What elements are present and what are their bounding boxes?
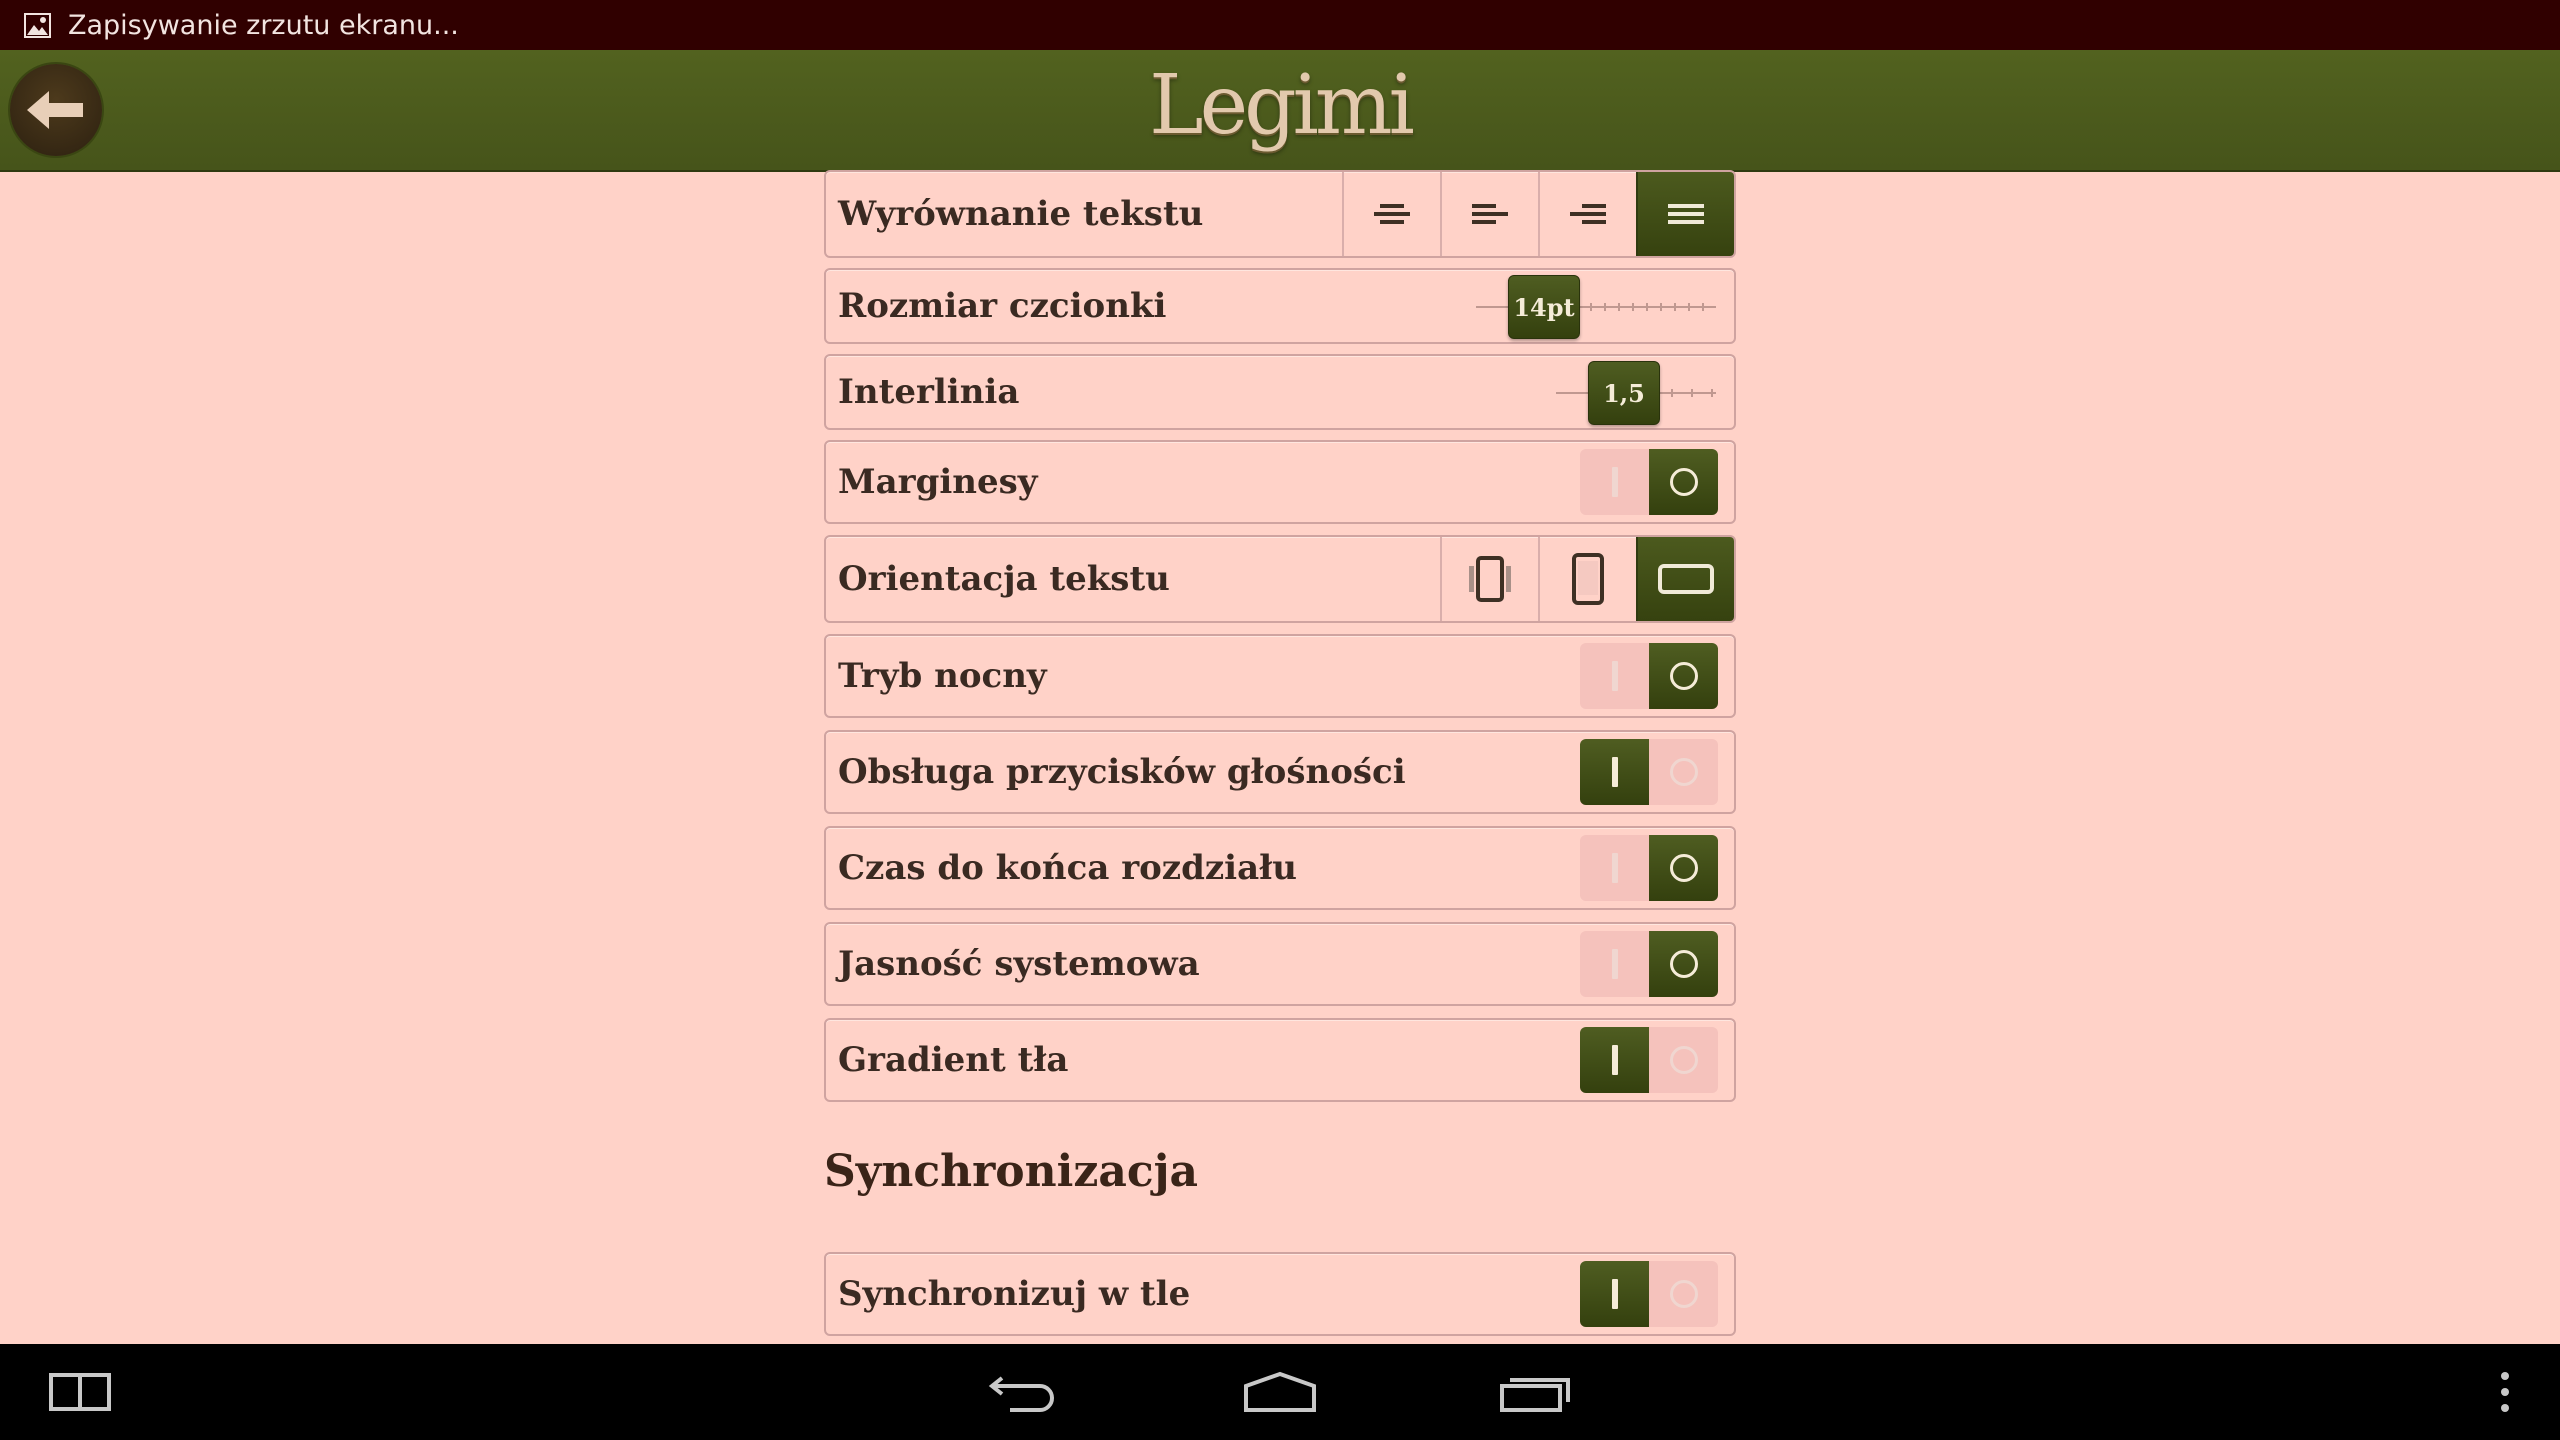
on-mark-icon: [1611, 1279, 1618, 1309]
off-mark-icon: [1669, 758, 1698, 786]
background-gradient-toggle[interactable]: [1580, 1027, 1718, 1093]
font-size-slider-thumb[interactable]: 14pt: [1508, 275, 1580, 339]
landscape-icon: [1658, 564, 1714, 594]
sync-section-title: Synchronizacja: [824, 1146, 1199, 1197]
on-mark-icon: [1611, 949, 1618, 979]
on-mark-icon: [1611, 853, 1618, 883]
status-bar: Zapisywanie zrzutu ekranu...: [0, 0, 2560, 50]
image-icon: [24, 12, 51, 38]
align-center-icon: [1374, 204, 1410, 224]
on-mark-icon: [1611, 661, 1618, 691]
off-mark-icon: [1669, 1046, 1698, 1074]
align-left-icon: [1472, 204, 1508, 224]
text-orientation-label: Orientacja tekstu: [838, 559, 1170, 599]
on-mark-icon: [1611, 757, 1618, 787]
align-right-button[interactable]: [1538, 172, 1636, 256]
volume-buttons-row: Obsługa przycisków głośności: [824, 730, 1736, 814]
system-brightness-toggle[interactable]: [1580, 931, 1718, 997]
align-justify-button[interactable]: [1636, 172, 1734, 256]
toggle-off-side: [1649, 1027, 1718, 1093]
app-header: Legimi: [0, 50, 2560, 172]
on-mark-icon: [1611, 467, 1618, 497]
off-mark-icon: [1669, 950, 1698, 978]
off-mark-icon: [1669, 468, 1698, 496]
off-mark-icon: [1669, 854, 1698, 882]
chapter-time-toggle[interactable]: [1580, 835, 1718, 901]
portrait-button[interactable]: [1538, 537, 1636, 621]
align-left-button[interactable]: [1440, 172, 1538, 256]
background-gradient-row: Gradient tła: [824, 1018, 1736, 1102]
toggle-on-side: [1580, 1027, 1649, 1093]
line-spacing-slider-thumb[interactable]: 1,5: [1588, 361, 1660, 425]
auto-rotate-button[interactable]: [1440, 537, 1538, 621]
align-center-button[interactable]: [1342, 172, 1440, 256]
align-right-icon: [1570, 204, 1606, 224]
overflow-menu-icon: [2501, 1372, 2509, 1412]
toggle-off-side: [1649, 931, 1718, 997]
toggle-on-side: [1580, 449, 1649, 515]
toggle-off-side: [1649, 1261, 1718, 1327]
home-icon: [1244, 1371, 1316, 1412]
text-orientation-row: Orientacja tekstu: [824, 535, 1736, 623]
background-sync-row: Synchronizuj w tle: [824, 1252, 1736, 1336]
system-nav-bar: [0, 1344, 2560, 1440]
text-orientation-options: [1440, 537, 1734, 621]
chapter-time-row: Czas do końca rozdziału: [824, 826, 1736, 910]
off-mark-icon: [1669, 662, 1698, 690]
split-screen-button[interactable]: [40, 1362, 120, 1422]
toggle-off-side: [1649, 643, 1718, 709]
margins-label: Marginesy: [838, 462, 1038, 502]
landscape-button[interactable]: [1636, 537, 1734, 621]
chapter-time-label: Czas do końca rozdziału: [838, 848, 1297, 888]
toggle-off-side: [1649, 449, 1718, 515]
margins-row: Marginesy: [824, 440, 1736, 524]
off-mark-icon: [1669, 1280, 1698, 1308]
volume-buttons-label: Obsługa przycisków głośności: [838, 752, 1406, 792]
toggle-off-side: [1649, 835, 1718, 901]
app-logo: Legimi: [1149, 58, 1415, 153]
night-mode-toggle[interactable]: [1580, 643, 1718, 709]
auto-rotate-icon: [1469, 556, 1511, 602]
text-alignment-row: Wyrównanie tekstu: [824, 170, 1736, 258]
line-spacing-row: Interlinia 1,5: [824, 354, 1736, 430]
text-alignment-label: Wyrównanie tekstu: [838, 194, 1204, 234]
toggle-on-side: [1580, 643, 1649, 709]
night-mode-label: Tryb nocny: [838, 656, 1047, 696]
nav-recent-apps-button[interactable]: [1490, 1362, 1580, 1422]
toggle-on-side: [1580, 1261, 1649, 1327]
volume-buttons-toggle[interactable]: [1580, 739, 1718, 805]
toggle-on-side: [1580, 835, 1649, 901]
background-sync-label: Synchronizuj w tle: [838, 1274, 1191, 1314]
toggle-on-side: [1580, 931, 1649, 997]
nav-home-button[interactable]: [1234, 1362, 1326, 1422]
text-alignment-options: [1342, 172, 1734, 256]
font-size-label: Rozmiar czcionki: [838, 286, 1167, 326]
background-gradient-label: Gradient tła: [838, 1040, 1069, 1080]
toggle-on-side: [1580, 739, 1649, 805]
background-sync-toggle[interactable]: [1580, 1261, 1718, 1327]
on-mark-icon: [1611, 1045, 1618, 1075]
back-icon: [988, 1376, 1054, 1412]
split-screen-icon: [49, 1373, 111, 1411]
line-spacing-label: Interlinia: [838, 372, 1020, 412]
nav-back-button[interactable]: [980, 1362, 1070, 1422]
align-justify-icon: [1668, 204, 1704, 224]
portrait-icon: [1572, 553, 1604, 605]
font-size-row: Rozmiar czcionki 14pt: [824, 268, 1736, 344]
system-brightness-row: Jasność systemowa: [824, 922, 1736, 1006]
font-size-ticks: [1576, 303, 1716, 311]
line-spacing-ticks: [1671, 389, 1716, 397]
notification-text: Zapisywanie zrzutu ekranu...: [68, 9, 459, 41]
night-mode-row: Tryb nocny: [824, 634, 1736, 718]
system-brightness-label: Jasność systemowa: [838, 944, 1200, 984]
toggle-off-side: [1649, 739, 1718, 805]
recent-apps-icon: [1500, 1378, 1570, 1412]
margins-toggle[interactable]: [1580, 449, 1718, 515]
overflow-menu-button[interactable]: [2490, 1362, 2520, 1422]
